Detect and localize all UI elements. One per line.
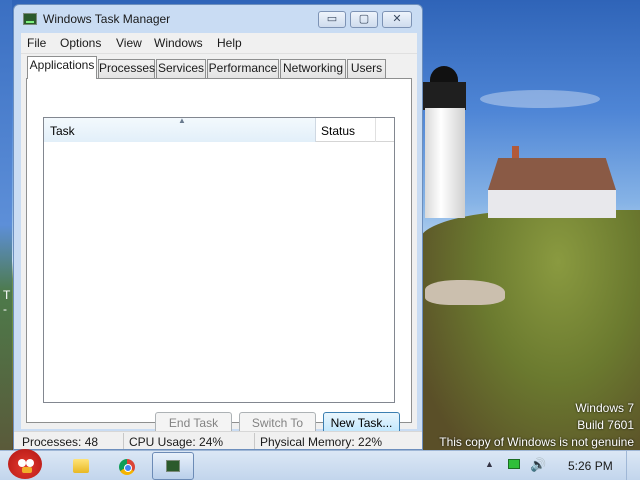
bird-beak [22,467,32,473]
tab-networking[interactable]: Networking [280,59,346,78]
network-icon[interactable] [508,459,520,469]
task-manager-taskbar-button[interactable] [152,452,194,480]
windows-explorer-icon[interactable] [64,454,98,480]
watermark-line-1: Windows 7 [575,401,634,415]
sort-ascending-icon: ▲ [178,116,186,125]
list-header: ▲ Task Status [44,116,394,142]
chrome-icon[interactable] [110,454,144,480]
status-bar: Processes: 48 CPU Usage: 24% Physical Me… [14,431,422,449]
house-roof [488,158,616,190]
maximize-button[interactable]: ▢ [350,11,378,28]
tab-users[interactable]: Users [347,59,386,78]
watermark-line-3: This copy of Windows is not genuine [439,435,634,449]
minimize-button[interactable]: ▭ [318,11,346,28]
task-manager-icon [23,13,37,25]
angry-birds-icon[interactable] [4,445,48,480]
status-divider [123,433,124,449]
cloud [480,90,600,108]
menu-view[interactable]: View [116,36,142,50]
show-hidden-icons-button[interactable]: ▲ [485,459,494,469]
clock[interactable]: 5:26 PM [568,459,613,473]
applications-panel: ▲ Task Status End Task Switch To New Tas… [26,78,412,434]
folder-icon [73,459,89,473]
bird-eye [26,459,34,467]
status-cpu-usage: CPU Usage: 24% [129,435,224,449]
desktop-left-strip: T - [0,0,12,450]
tab-performance[interactable]: Performance [207,59,279,78]
taskbar: ▲ 🔊 5:26 PM [0,449,640,480]
genuine-watermark: Windows 7 Build 7601 This copy of Window… [439,400,634,450]
house-wall [488,190,616,218]
menu-options[interactable]: Options [60,36,101,50]
watermark-line-2: Build 7601 [577,418,634,432]
menu-bar: File Options View Windows Help [21,33,417,54]
tab-processes[interactable]: Processes [98,59,155,78]
status-physical-memory: Physical Memory: 22% [260,435,383,449]
status-divider [254,433,255,449]
column-header-status[interactable]: Status [316,118,376,142]
task-list[interactable]: ▲ Task Status [43,116,395,403]
window-title: Windows Task Manager [43,12,171,26]
client-area: Applications Processes Services Performa… [21,54,417,434]
close-button[interactable]: ✕ [382,11,412,28]
show-desktop-button[interactable] [626,451,640,480]
lighthouse-lamp [422,82,466,110]
task-manager-window: Windows Task Manager ▭ ▢ ✕ File Options … [13,4,423,450]
menu-file[interactable]: File [27,36,46,50]
volume-icon[interactable]: 🔊 [530,457,546,473]
lighthouse [425,108,465,218]
rock [425,280,505,305]
column-status-label: Status [321,124,356,138]
bird-eye [18,459,26,467]
task-manager-icon [166,460,180,472]
title-bar[interactable]: Windows Task Manager ▭ ▢ ✕ [14,5,422,33]
menu-help[interactable]: Help [217,36,242,50]
column-task-label: Task [50,124,75,138]
column-header-task[interactable]: ▲ Task [44,116,316,142]
tab-applications[interactable]: Applications [27,56,97,79]
desktop-edge-text: T - [3,288,11,316]
tab-services[interactable]: Services [156,59,206,78]
chrome-logo [119,459,135,475]
menu-windows[interactable]: Windows [154,36,203,50]
